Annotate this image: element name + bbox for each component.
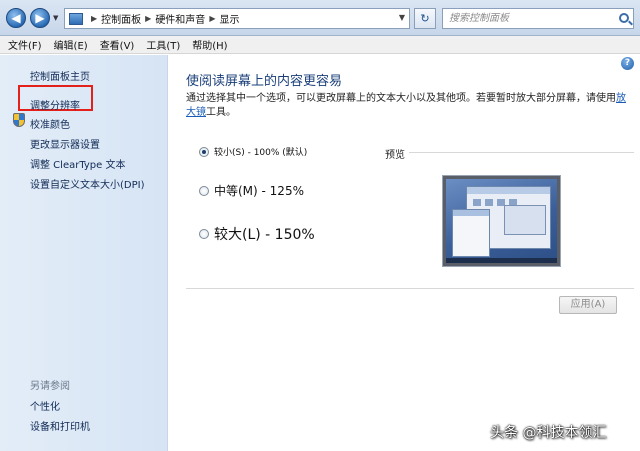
menu-bar: 文件(F) 编辑(E) 查看(V) 工具(T) 帮助(H) xyxy=(0,36,640,54)
content-divider xyxy=(186,288,634,289)
breadcrumb-separator-icon[interactable]: ▶ xyxy=(145,14,151,23)
preview-image xyxy=(442,175,561,267)
sidebar-item-calibrate-color[interactable]: 校准颜色 xyxy=(30,116,70,131)
see-also-heading: 另请参阅 xyxy=(30,381,70,392)
option-medium[interactable]: 中等(M) - 125% xyxy=(199,182,304,199)
control-panel-icon xyxy=(69,12,83,25)
help-icon[interactable]: ? xyxy=(621,57,634,70)
menu-tools[interactable]: 工具(T) xyxy=(146,37,180,52)
apply-button[interactable]: 应用(A) xyxy=(559,296,617,314)
preview-tile xyxy=(473,199,481,206)
watermark: 头条 @科技本领汇 xyxy=(490,425,607,441)
description-suffix: 工具。 xyxy=(206,107,236,118)
breadcrumb[interactable]: ▶ 控制面板 ▶ 硬件和声音 ▶ 显示 ▼ xyxy=(64,8,410,29)
refresh-icon: ↻ xyxy=(420,12,430,25)
option-larger[interactable]: 较大(L) - 150% xyxy=(199,224,315,244)
sidebar-item-control-panel-home[interactable]: 控制面板主页 xyxy=(30,68,90,83)
description-text: 通过选择其中一个选项，可以更改屏幕上的文本大小以及其他项。若要暂时放大部分屏幕，… xyxy=(186,93,616,104)
preview-screen xyxy=(446,179,557,263)
address-bar: ◀ ▶ ▼ ▶ 控制面板 ▶ 硬件和声音 ▶ 显示 ▼ ↻ xyxy=(0,0,640,36)
search-icon[interactable] xyxy=(619,13,629,23)
preview-tile xyxy=(485,199,493,206)
sidebar-item-display-settings[interactable]: 更改显示器设置 xyxy=(30,136,100,151)
breadcrumb-hardware-sound[interactable]: 硬件和声音 xyxy=(155,11,205,26)
preview-start-menu xyxy=(452,209,490,257)
search-input[interactable] xyxy=(443,9,613,28)
refresh-button[interactable]: ↻ xyxy=(414,8,436,29)
option-smaller[interactable]: 较小(S) - 100% (默认) xyxy=(199,145,307,158)
menu-view[interactable]: 查看(V) xyxy=(100,37,135,52)
recent-pages-chevron-icon[interactable]: ▼ xyxy=(53,14,58,22)
breadcrumb-separator-icon[interactable]: ▶ xyxy=(209,14,215,23)
menu-help[interactable]: 帮助(H) xyxy=(192,37,227,52)
breadcrumb-control-panel[interactable]: 控制面板 xyxy=(101,11,141,26)
option-larger-label: 较大(L) - 150% xyxy=(214,227,315,243)
main-content: ? 使阅读屏幕上的内容更容易 通过选择其中一个选项，可以更改屏幕上的文本大小以及… xyxy=(169,55,640,451)
preview-subwindow xyxy=(504,205,546,235)
sidebar: 控制面板主页 调整分辨率 校准颜色 更改显示器设置 调整 ClearType 文… xyxy=(0,55,168,451)
forward-arrow-icon: ▶ xyxy=(35,11,45,25)
preview-label: 预览 xyxy=(385,150,405,161)
breadcrumb-display[interactable]: 显示 xyxy=(219,11,239,26)
back-arrow-icon: ◀ xyxy=(11,11,21,25)
back-button[interactable]: ◀ xyxy=(6,8,26,28)
shield-icon xyxy=(13,113,25,127)
sidebar-item-custom-dpi[interactable]: 设置自定义文本大小(DPI) xyxy=(30,176,144,191)
preview-divider xyxy=(409,152,634,153)
radio-medium[interactable] xyxy=(199,185,209,196)
forward-button[interactable]: ▶ xyxy=(30,8,50,28)
radio-smaller[interactable] xyxy=(199,146,209,157)
preview-taskbar xyxy=(446,258,557,263)
search-box xyxy=(442,8,634,29)
address-dropdown-icon[interactable]: ▼ xyxy=(399,13,405,22)
sidebar-item-cleartype[interactable]: 调整 ClearType 文本 xyxy=(30,156,125,171)
sidebar-item-adjust-resolution[interactable]: 调整分辨率 xyxy=(30,97,80,112)
description: 通过选择其中一个选项，可以更改屏幕上的文本大小以及其他项。若要暂时放大部分屏幕，… xyxy=(186,92,634,120)
menu-edit[interactable]: 编辑(E) xyxy=(54,37,88,52)
breadcrumb-separator-icon[interactable]: ▶ xyxy=(91,14,97,23)
menu-file[interactable]: 文件(F) xyxy=(8,37,42,52)
option-smaller-label: 较小(S) - 100% (默认) xyxy=(214,148,308,158)
page-title: 使阅读屏幕上的内容更容易 xyxy=(186,74,343,89)
sidebar-item-devices-printers[interactable]: 设备和打印机 xyxy=(30,418,90,433)
sidebar-item-personalization[interactable]: 个性化 xyxy=(30,398,60,413)
option-medium-label: 中等(M) - 125% xyxy=(214,184,304,198)
radio-larger[interactable] xyxy=(199,229,209,239)
